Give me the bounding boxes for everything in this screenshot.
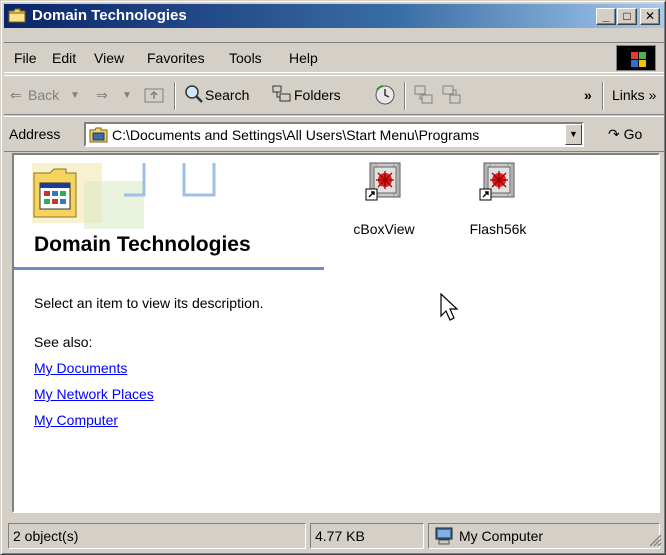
resize-grip-icon[interactable] (648, 533, 662, 547)
window-title: Domain Technologies (32, 7, 187, 24)
go-label: Go (623, 126, 643, 142)
up-folder-icon (144, 88, 164, 103)
link-my-computer[interactable]: My Computer (34, 412, 118, 428)
see-also-label: See also: (34, 334, 93, 350)
file-name: cBoxView (353, 221, 415, 237)
heading-rule (14, 267, 324, 270)
chevron-down-icon: ▼ (569, 129, 578, 139)
folder-view[interactable]: Domain Technologies Select an item to vi… (12, 153, 660, 513)
webview-panel: Domain Technologies Select an item to vi… (14, 155, 334, 511)
file-item-flash56k[interactable]: Flash56k (453, 159, 543, 249)
links-button[interactable]: Links » (612, 87, 656, 103)
file-name: Flash56k (469, 221, 527, 237)
copy-to-button[interactable] (442, 85, 462, 108)
standard-toolbar: ⇐ Back ▼ ⇒ ▼ Search Folders » Links » (4, 75, 664, 115)
go-button[interactable]: ↷ Go (608, 126, 642, 143)
menu-tools[interactable]: Tools (229, 50, 262, 66)
toolbar-separator (174, 82, 176, 110)
back-button[interactable]: Back (28, 87, 59, 103)
status-zone: My Computer (428, 523, 660, 549)
title-bar[interactable]: Domain Technologies _ □ ✕ (4, 4, 664, 28)
back-dropdown-icon[interactable]: ▼ (70, 90, 80, 101)
history-button[interactable] (374, 84, 396, 109)
folder-icon (89, 127, 108, 143)
toolbar-separator (404, 82, 406, 110)
status-zone-label: My Computer (459, 528, 544, 544)
status-bar: 2 object(s) 4.77 KB My Computer (4, 521, 664, 551)
toolbar-chevron[interactable]: » (584, 87, 592, 103)
copy-to-icon (442, 85, 461, 104)
forward-arrow-icon[interactable]: ⇒ (96, 87, 108, 104)
mouse-pointer-icon (440, 293, 459, 321)
maximize-button[interactable]: □ (617, 8, 637, 25)
status-size: 4.77 KB (310, 523, 424, 549)
menu-favorites[interactable]: Favorites (147, 50, 205, 66)
folders-icon (272, 85, 292, 106)
search-button[interactable]: Search (205, 87, 249, 103)
explorer-window: Domain Technologies _ □ ✕ File Edit View… (0, 0, 666, 555)
back-arrow-icon: ⇐ (10, 87, 22, 103)
menu-file[interactable]: File (14, 50, 37, 66)
close-button[interactable]: ✕ (640, 8, 660, 25)
status-object-count: 2 object(s) (8, 523, 306, 549)
minimize-icon: _ (602, 9, 610, 23)
file-item-cboxview[interactable]: cBoxView (339, 159, 429, 249)
up-folder-button[interactable] (144, 84, 166, 107)
windows-logo-icon (616, 45, 656, 71)
minimize-button[interactable]: _ (596, 8, 616, 25)
toolbar-separator (602, 82, 604, 110)
history-icon (375, 85, 395, 105)
link-my-network-places[interactable]: My Network Places (34, 386, 154, 402)
address-input[interactable]: C:\Documents and Settings\All Users\Star… (84, 122, 584, 147)
folder-icon (8, 8, 26, 23)
forward-dropdown-icon[interactable]: ▼ (122, 90, 132, 101)
menu-bar: File Edit View Favorites Tools Help (4, 42, 664, 73)
close-icon: ✕ (644, 9, 656, 23)
item-description: Select an item to view its description. (34, 295, 264, 311)
program-shortcut-icon (479, 162, 515, 201)
move-to-icon (414, 85, 433, 104)
folders-button[interactable]: Folders (294, 87, 341, 103)
address-bar: Address C:\Documents and Settings\All Us… (4, 116, 664, 152)
program-shortcut-icon (365, 162, 401, 201)
go-arrow-icon: ↷ (608, 126, 620, 142)
menu-help[interactable]: Help (289, 50, 318, 66)
address-value: C:\Documents and Settings\All Users\Star… (112, 127, 480, 143)
my-computer-icon (435, 527, 453, 545)
search-icon (184, 84, 204, 107)
address-dropdown-button[interactable]: ▼ (565, 124, 582, 145)
maximize-icon: □ (623, 9, 631, 23)
move-to-button[interactable] (414, 85, 434, 108)
folder-heading: Domain Technologies (34, 233, 251, 256)
menu-view[interactable]: View (94, 50, 124, 66)
menu-edit[interactable]: Edit (52, 50, 76, 66)
address-label: Address (9, 126, 61, 142)
link-my-documents[interactable]: My Documents (34, 360, 127, 376)
